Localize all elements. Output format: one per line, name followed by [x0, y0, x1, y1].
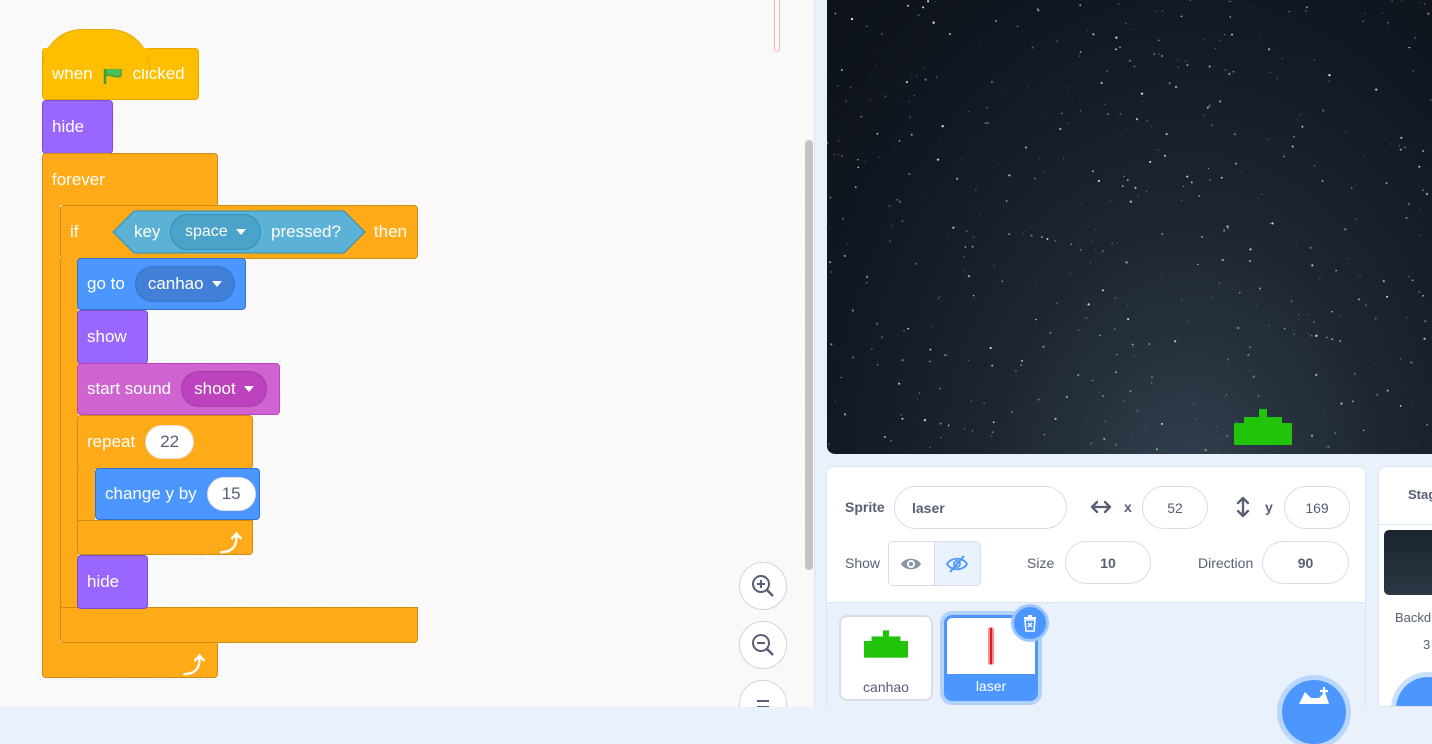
hat-cap-fill — [43, 48, 149, 56]
change-y-block[interactable]: change y by 15 — [95, 468, 260, 520]
hide-label-2: hide — [87, 572, 120, 591]
zoom-in-button[interactable] — [739, 562, 787, 610]
direction-value: 90 — [1297, 554, 1314, 571]
hide-label: hide — [52, 117, 85, 136]
backdrops-count: 3 — [1423, 637, 1431, 652]
loop-arrow-icon: ⤴ — [219, 531, 242, 556]
then-label: then — [373, 222, 407, 241]
backdrops-label: Backd — [1395, 610, 1432, 625]
start-sound-label: start sound — [87, 379, 172, 398]
if-block-bottom[interactable] — [60, 607, 418, 643]
backdrop-thumbnail — [1384, 530, 1432, 595]
starfield-backdrop — [827, 0, 1432, 454]
sprite-label: Sprite — [845, 499, 885, 515]
x-value: 52 — [1167, 499, 1183, 516]
sprite-name-value: laser — [912, 499, 945, 516]
stage-panel-divider — [1379, 524, 1432, 525]
stage-panel-title: Stag — [1408, 487, 1432, 502]
cat-plus-icon — [1299, 687, 1329, 704]
canhao-thumbnail — [864, 630, 908, 658]
hide-block[interactable]: hide — [42, 100, 113, 154]
forever-block-top[interactable]: forever — [42, 153, 218, 205]
sprite-tile-canhao[interactable]: canhao — [839, 615, 933, 701]
add-sprite-button[interactable] — [1282, 680, 1346, 744]
go-to-dropdown-value: canhao — [147, 274, 204, 293]
sprite-name-field[interactable]: laser — [894, 486, 1067, 529]
show-label: show — [87, 327, 127, 346]
sprite-name-canhao: canhao — [863, 679, 909, 695]
horizontal-scrollbar-indicator[interactable] — [774, 0, 780, 52]
key-dropdown-value: space — [185, 223, 228, 240]
sound-dropdown-value: shoot — [194, 379, 236, 398]
size-label: Size — [1027, 555, 1055, 571]
repeat-count-input[interactable]: 22 — [145, 425, 195, 459]
repeat-block-bottom[interactable]: ⤴ — [77, 520, 253, 556]
repeat-block-top[interactable]: repeat 22 — [77, 415, 253, 469]
sound-dropdown[interactable]: shoot — [181, 371, 267, 407]
forever-block-bottom[interactable]: ⤴ — [42, 642, 218, 678]
repeat-label: repeat — [87, 432, 136, 451]
sprite-name-laser: laser — [947, 674, 1035, 698]
horizontal-arrows-icon — [1089, 495, 1113, 524]
size-field[interactable]: 10 — [1065, 541, 1151, 584]
x-label: x — [1124, 499, 1132, 515]
vertical-arrows-icon — [1231, 495, 1255, 524]
dropdown-arrow-icon — [235, 229, 246, 235]
go-to-label: go to — [87, 274, 125, 293]
change-y-label: change y by — [105, 484, 197, 503]
show-label: Show — [845, 555, 881, 571]
key-label: key — [134, 222, 161, 241]
if-label: if — [70, 222, 79, 241]
laser-thumbnail — [988, 627, 994, 665]
zoom-out-icon — [752, 634, 774, 656]
go-to-dropdown[interactable]: canhao — [134, 266, 235, 302]
show-hidden-button[interactable] — [934, 542, 980, 585]
sprite-info-panel: Sprite laser x 52 y 169 Show Size 10 Dir… — [826, 466, 1366, 603]
show-toggle-group — [888, 541, 981, 586]
zoom-out-button[interactable] — [739, 621, 787, 669]
if-block-arm — [60, 258, 78, 608]
repeat-block-arm — [77, 468, 95, 522]
sprite-list: canhao laser — [826, 603, 1366, 744]
change-y-input[interactable]: 15 — [206, 477, 256, 511]
add-backdrop-button[interactable] — [1396, 677, 1432, 706]
dropdown-arrow-icon — [211, 281, 222, 287]
forever-block-arm — [42, 204, 60, 644]
go-to-block[interactable]: go to canhao — [77, 258, 246, 310]
start-sound-block[interactable]: start sound shoot — [77, 363, 280, 415]
show-block[interactable]: show — [77, 310, 148, 364]
cannon-sprite[interactable] — [1234, 409, 1292, 445]
eye-crossed-icon — [946, 554, 969, 573]
key-pressed-block[interactable]: key space pressed? — [112, 210, 366, 254]
hide-block-2[interactable]: hide — [77, 555, 148, 609]
key-dropdown[interactable]: space — [170, 214, 261, 250]
vertical-scrollbar[interactable] — [805, 140, 813, 570]
y-label: y — [1265, 499, 1273, 515]
loop-arrow-icon: ⤴ — [182, 653, 205, 678]
size-value: 10 — [1100, 554, 1116, 571]
show-visible-button[interactable] — [889, 542, 935, 585]
forever-label: forever — [52, 169, 105, 189]
zoom-reset-button[interactable] — [739, 680, 787, 707]
equals-icon — [757, 700, 769, 707]
delete-sprite-button[interactable] — [1011, 604, 1049, 642]
y-field[interactable]: 169 — [1284, 486, 1350, 529]
x-field[interactable]: 52 — [1142, 486, 1208, 529]
y-value: 169 — [1305, 499, 1329, 516]
stage-canvas[interactable] — [827, 0, 1432, 454]
zoom-in-icon — [752, 575, 774, 597]
dropdown-arrow-icon — [243, 386, 254, 392]
direction-label: Direction — [1198, 555, 1254, 571]
pressed-label: pressed? — [271, 222, 341, 241]
panel-divider — [814, 0, 815, 707]
direction-field[interactable]: 90 — [1262, 541, 1349, 584]
stage-target-panel[interactable]: Stag Backd 3 — [1378, 466, 1432, 707]
code-area[interactable]: when clicked hide forever ⤴ if then key … — [0, 0, 815, 707]
trash-icon — [1024, 615, 1036, 632]
eye-icon — [901, 558, 922, 569]
